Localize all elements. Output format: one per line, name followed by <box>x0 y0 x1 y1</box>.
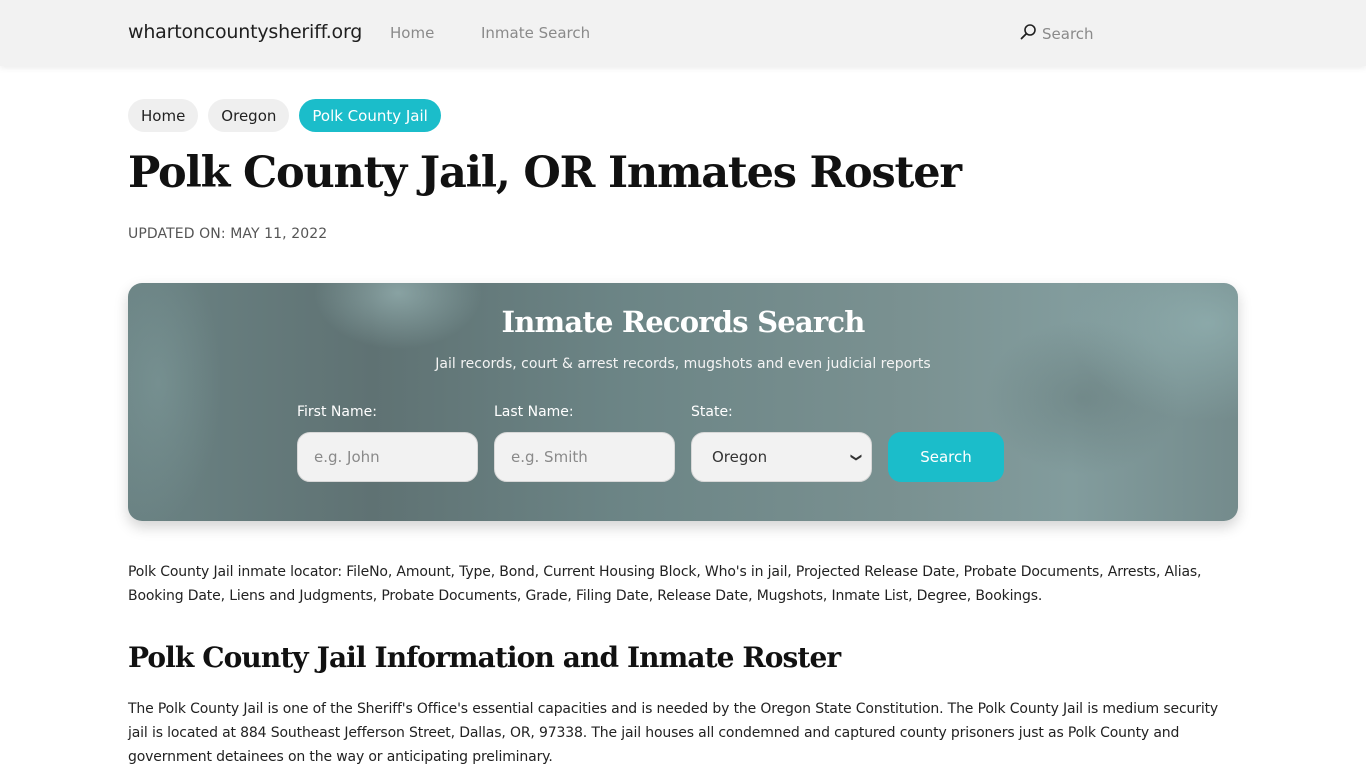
nav-link-inmate-search[interactable]: Inmate Search <box>481 24 590 42</box>
breadcrumb-home[interactable]: Home <box>128 99 199 132</box>
state-label: State: <box>691 404 733 420</box>
nav-search-label: Search <box>1042 24 1094 43</box>
last-name-input[interactable] <box>494 432 675 482</box>
last-name-label: Last Name: <box>494 404 574 420</box>
inmate-locator-text: Polk County Jail inmate locator: FileNo,… <box>128 564 1202 604</box>
breadcrumb: Home Oregon Polk County Jail <box>128 99 441 132</box>
breadcrumb-oregon[interactable]: Oregon <box>208 99 290 132</box>
search-card-subtitle: Jail records, court & arrest records, mu… <box>435 356 931 372</box>
nav-link-home[interactable]: Home <box>390 24 434 42</box>
search-icon <box>1020 23 1037 44</box>
chevron-down-icon: ❯ <box>849 452 863 462</box>
breadcrumb-polk-county-jail[interactable]: Polk County Jail <box>299 99 441 132</box>
first-name-label: First Name: <box>297 404 377 420</box>
search-submit-button[interactable]: Search <box>888 432 1004 482</box>
inmate-search-card: Inmate Records Search Jail records, cour… <box>128 283 1238 521</box>
top-navbar: whartoncountysheriff.org Home Inmate Sea… <box>0 0 1366 66</box>
nav-search-button[interactable]: Search <box>1020 23 1094 44</box>
site-brand-link[interactable]: whartoncountysheriff.org <box>128 21 362 43</box>
search-card-title: Inmate Records Search <box>501 305 865 339</box>
first-name-input[interactable] <box>297 432 478 482</box>
state-select-value: Oregon <box>712 448 768 466</box>
jail-info-text: The Polk County Jail is one of the Sheri… <box>128 701 1219 765</box>
updated-date: UPDATED ON: MAY 11, 2022 <box>128 226 328 242</box>
state-select[interactable]: Oregon ❯ <box>691 432 872 482</box>
page-title: Polk County Jail, OR Inmates Roster <box>128 148 962 198</box>
section-title: Polk County Jail Information and Inmate … <box>128 641 841 674</box>
